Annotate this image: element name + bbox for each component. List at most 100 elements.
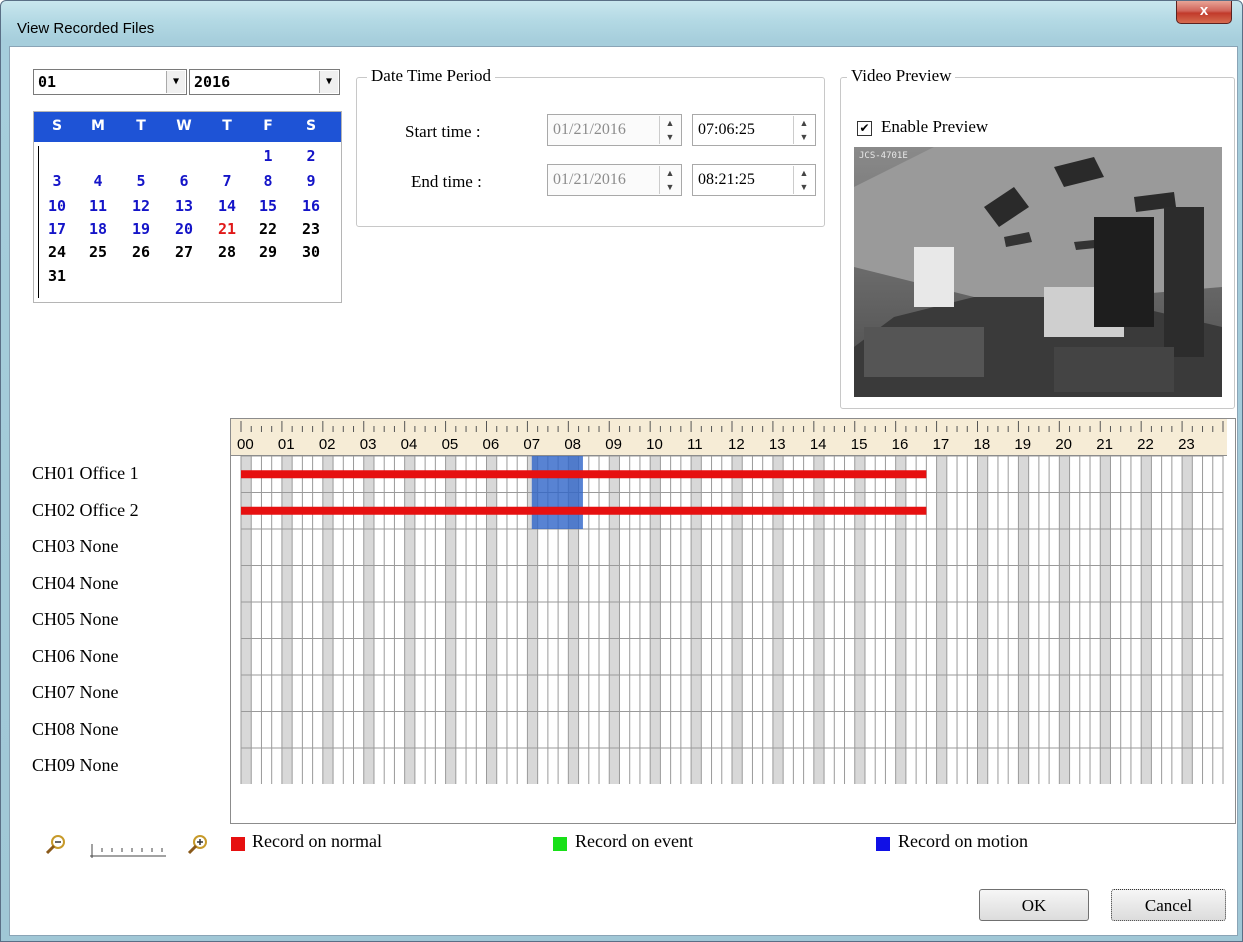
chevron-down-icon[interactable]: ▼ (166, 71, 185, 93)
calendar-day[interactable]: 28 (212, 243, 242, 261)
legend-swatch-event (553, 837, 567, 851)
hour-label: 09 (605, 436, 622, 453)
calendar-day[interactable]: 5 (126, 172, 156, 190)
camera-frame-graphic (854, 147, 1222, 397)
start-date-value: 01/21/2016 (553, 121, 626, 138)
calendar-day[interactable]: 30 (296, 243, 326, 261)
hour-label: 20 (1055, 436, 1073, 453)
calendar-day[interactable]: 14 (212, 197, 242, 215)
start-date-spinner: ▲ ▼ (659, 116, 680, 144)
calendar-day[interactable]: 17 (42, 220, 72, 238)
recording-timeline[interactable]: 00 01 02 03 04 05 06 07 08 09 10 11 12 13 14 15 16 17 18 19… (230, 418, 1236, 824)
group-label: Date Time Period (367, 66, 495, 86)
end-date-field: 01/21/2016 ▲ ▼ (547, 164, 682, 196)
start-time-spinner[interactable]: ▲ ▼ (793, 116, 814, 144)
close-button[interactable]: x (1176, 1, 1232, 24)
calendar-day[interactable]: 22 (253, 220, 283, 238)
year-select[interactable]: 2016 ▼ (189, 69, 340, 95)
channel-label: CH01 Office 1 (32, 463, 139, 483)
start-time-field[interactable]: 07:06:25 ▲ ▼ (692, 114, 816, 146)
calendar-day[interactable]: 21 (212, 220, 242, 238)
window-title: View Recorded Files (17, 20, 155, 37)
calendar-day[interactable]: 19 (126, 220, 156, 238)
enable-preview-checkbox[interactable]: ✔ (857, 121, 872, 136)
weekday-label: S (305, 118, 317, 134)
calendar-day[interactable]: 12 (126, 197, 156, 215)
zoom-in-icon[interactable] (186, 832, 210, 861)
calendar-day[interactable]: 24 (42, 243, 72, 261)
hour-label: 02 (318, 436, 336, 453)
calendar-day[interactable]: 10 (42, 197, 72, 215)
ruler-ticks (240, 421, 1224, 432)
channel-label: CH06 None (32, 645, 119, 666)
channel-label: CH09 None (32, 755, 119, 775)
channel-label: CH04 None (32, 572, 119, 593)
hour-label: 12 (728, 436, 745, 453)
weekday-header: SMTWTFS (34, 112, 341, 142)
zoom-slider[interactable] (88, 844, 168, 858)
hour-label: 04 (400, 436, 418, 453)
start-date-field: 01/21/2016 ▲ ▼ (547, 114, 682, 146)
calendar-day[interactable]: 25 (83, 243, 113, 261)
legend-event-label: Record on event (575, 831, 693, 851)
hour-label: 05 (441, 436, 459, 453)
end-time-field[interactable]: 08:21:25 ▲ ▼ (692, 164, 816, 196)
hour-label: 07 (523, 436, 541, 453)
month-select[interactable]: 01 ▼ (33, 69, 187, 95)
hour-label: 01 (277, 436, 295, 453)
end-time-spinner[interactable]: ▲ ▼ (793, 166, 814, 194)
legend-motion-label: Record on motion (898, 831, 1028, 851)
calendar-day[interactable]: 31 (42, 267, 72, 285)
calendar-day[interactable]: 2 (296, 147, 326, 165)
calendar-day[interactable]: 11 (83, 197, 113, 215)
cancel-button[interactable]: Cancel (1111, 889, 1226, 921)
legend-normal-label: Record on normal (252, 831, 382, 851)
hour-label: 19 (1014, 436, 1032, 453)
hour-label: 03 (359, 436, 377, 453)
calendar-day[interactable]: 29 (253, 243, 283, 261)
calendar-day[interactable]: 23 (296, 220, 326, 238)
hour-label: 00 (237, 436, 254, 453)
hour-label: 06 (482, 436, 500, 453)
video-preview-image: JCS-4701E (854, 147, 1222, 397)
hour-label: 18 (973, 436, 991, 453)
calendar-day[interactable]: 7 (212, 172, 242, 190)
calendar-day[interactable]: 3 (42, 172, 72, 190)
calendar-day[interactable]: 6 (169, 172, 199, 190)
calendar-day[interactable]: 18 (83, 220, 113, 238)
hour-label: 17 (932, 436, 950, 453)
calendar-day[interactable]: 15 (253, 197, 283, 215)
hour-label: 14 (809, 436, 827, 453)
end-time-value: 08:21:25 (698, 171, 755, 188)
enable-preview-label[interactable]: Enable Preview (881, 117, 988, 137)
hour-label: 13 (768, 436, 786, 453)
timeline-grid[interactable] (231, 456, 1227, 784)
weekday-label: T (222, 118, 232, 134)
calendar-divider (38, 146, 39, 298)
chevron-down-icon[interactable]: ▼ (319, 71, 338, 93)
title-bar[interactable]: View Recorded Files x (1, 1, 1242, 41)
calendar-day[interactable]: 8 (253, 172, 283, 190)
hour-label: 22 (1137, 436, 1154, 453)
ok-button[interactable]: OK (979, 889, 1089, 921)
calendar-day[interactable]: 4 (83, 172, 113, 190)
group-label: Video Preview (847, 66, 956, 86)
calendar-day[interactable]: 26 (126, 243, 156, 261)
calendar-day[interactable]: 20 (169, 220, 199, 238)
calendar-day[interactable]: 16 (296, 197, 326, 215)
selected-time-range[interactable] (531, 456, 583, 529)
zoom-slider-ticks (90, 844, 166, 858)
normal-recording-bar[interactable] (241, 506, 927, 515)
calendar-day[interactable]: 1 (253, 147, 283, 165)
end-time-label: End time : (411, 172, 482, 191)
normal-recording-bar[interactable] (241, 470, 927, 479)
hour-label: 15 (850, 436, 868, 453)
calendar-day[interactable]: 27 (169, 243, 199, 261)
year-value: 2016 (194, 73, 231, 91)
calendar-day[interactable]: 9 (296, 172, 326, 190)
hour-label: 08 (564, 436, 582, 453)
date-time-period-group: Date Time Period (356, 66, 825, 227)
calendar-day[interactable]: 13 (169, 197, 199, 215)
zoom-out-icon[interactable] (44, 832, 68, 861)
weekday-label: M (91, 118, 105, 134)
